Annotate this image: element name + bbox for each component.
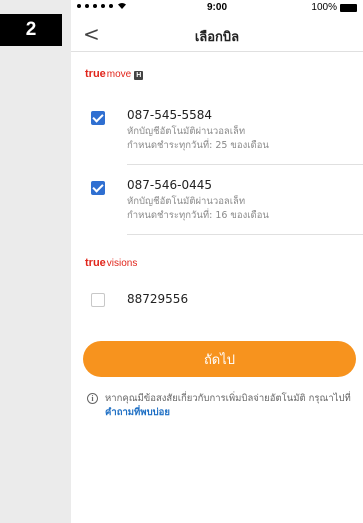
bill-number: 087-546-0445 (127, 178, 213, 192)
nav-bar: < เลือกบิล (71, 16, 363, 52)
divider (127, 164, 363, 165)
battery-indicator: 100% (311, 2, 357, 13)
divider (127, 234, 363, 235)
bill-number: 88729556 (127, 292, 189, 306)
bill-payment-method: หักบัญชีอัตโนมัติผ่านวอลเล็ท (127, 196, 246, 207)
step-number-badge: 2 (0, 14, 62, 46)
info-icon: i (87, 393, 98, 404)
brand-main: true (85, 257, 106, 269)
bill-number: 087-545-5584 (127, 108, 213, 122)
checkbox-unchecked[interactable] (91, 293, 105, 307)
battery-percent: 100% (311, 2, 337, 13)
checkbox-checked[interactable] (91, 181, 105, 195)
info-note: i หากคุณมีข้อสงสัยเกี่ยวกับการเพิ่มบิลจ่… (87, 392, 355, 420)
status-bar: 9:00 100% (71, 0, 363, 16)
info-text: หากคุณมีข้อสงสัยเกี่ยวกับการเพิ่มบิลจ่าย… (105, 392, 355, 420)
page-title: เลือกบิล (194, 30, 240, 45)
truemove-h-logo: true move H (85, 68, 144, 80)
brand-sub: visions (106, 258, 138, 269)
brand-h-badge: H (134, 71, 144, 80)
info-message: หากคุณมีข้อสงสัยเกี่ยวกับการเพิ่มบิลจ่าย… (105, 393, 351, 404)
bill-due-date: กำหนดชำระทุกวันที่: 25 ของเดือน (127, 140, 269, 151)
next-button[interactable]: ถัดไป (83, 341, 356, 377)
truevisions-logo: true visions (85, 257, 137, 269)
bill-due-date: กำหนดชำระทุกวันที่: 16 ของเดือน (127, 210, 269, 221)
checkbox-checked[interactable] (91, 111, 105, 125)
brand-sub: move (106, 69, 132, 80)
bill-payment-method: หักบัญชีอัตโนมัติผ่านวอลเล็ท (127, 126, 246, 137)
phone-screen: 9:00 100% < เลือกบิล true move H 087-545-5… (71, 0, 363, 523)
brand-main: true (85, 68, 106, 80)
faq-link[interactable]: คำถามที่พบบ่อย (105, 407, 170, 418)
battery-icon (340, 3, 357, 12)
